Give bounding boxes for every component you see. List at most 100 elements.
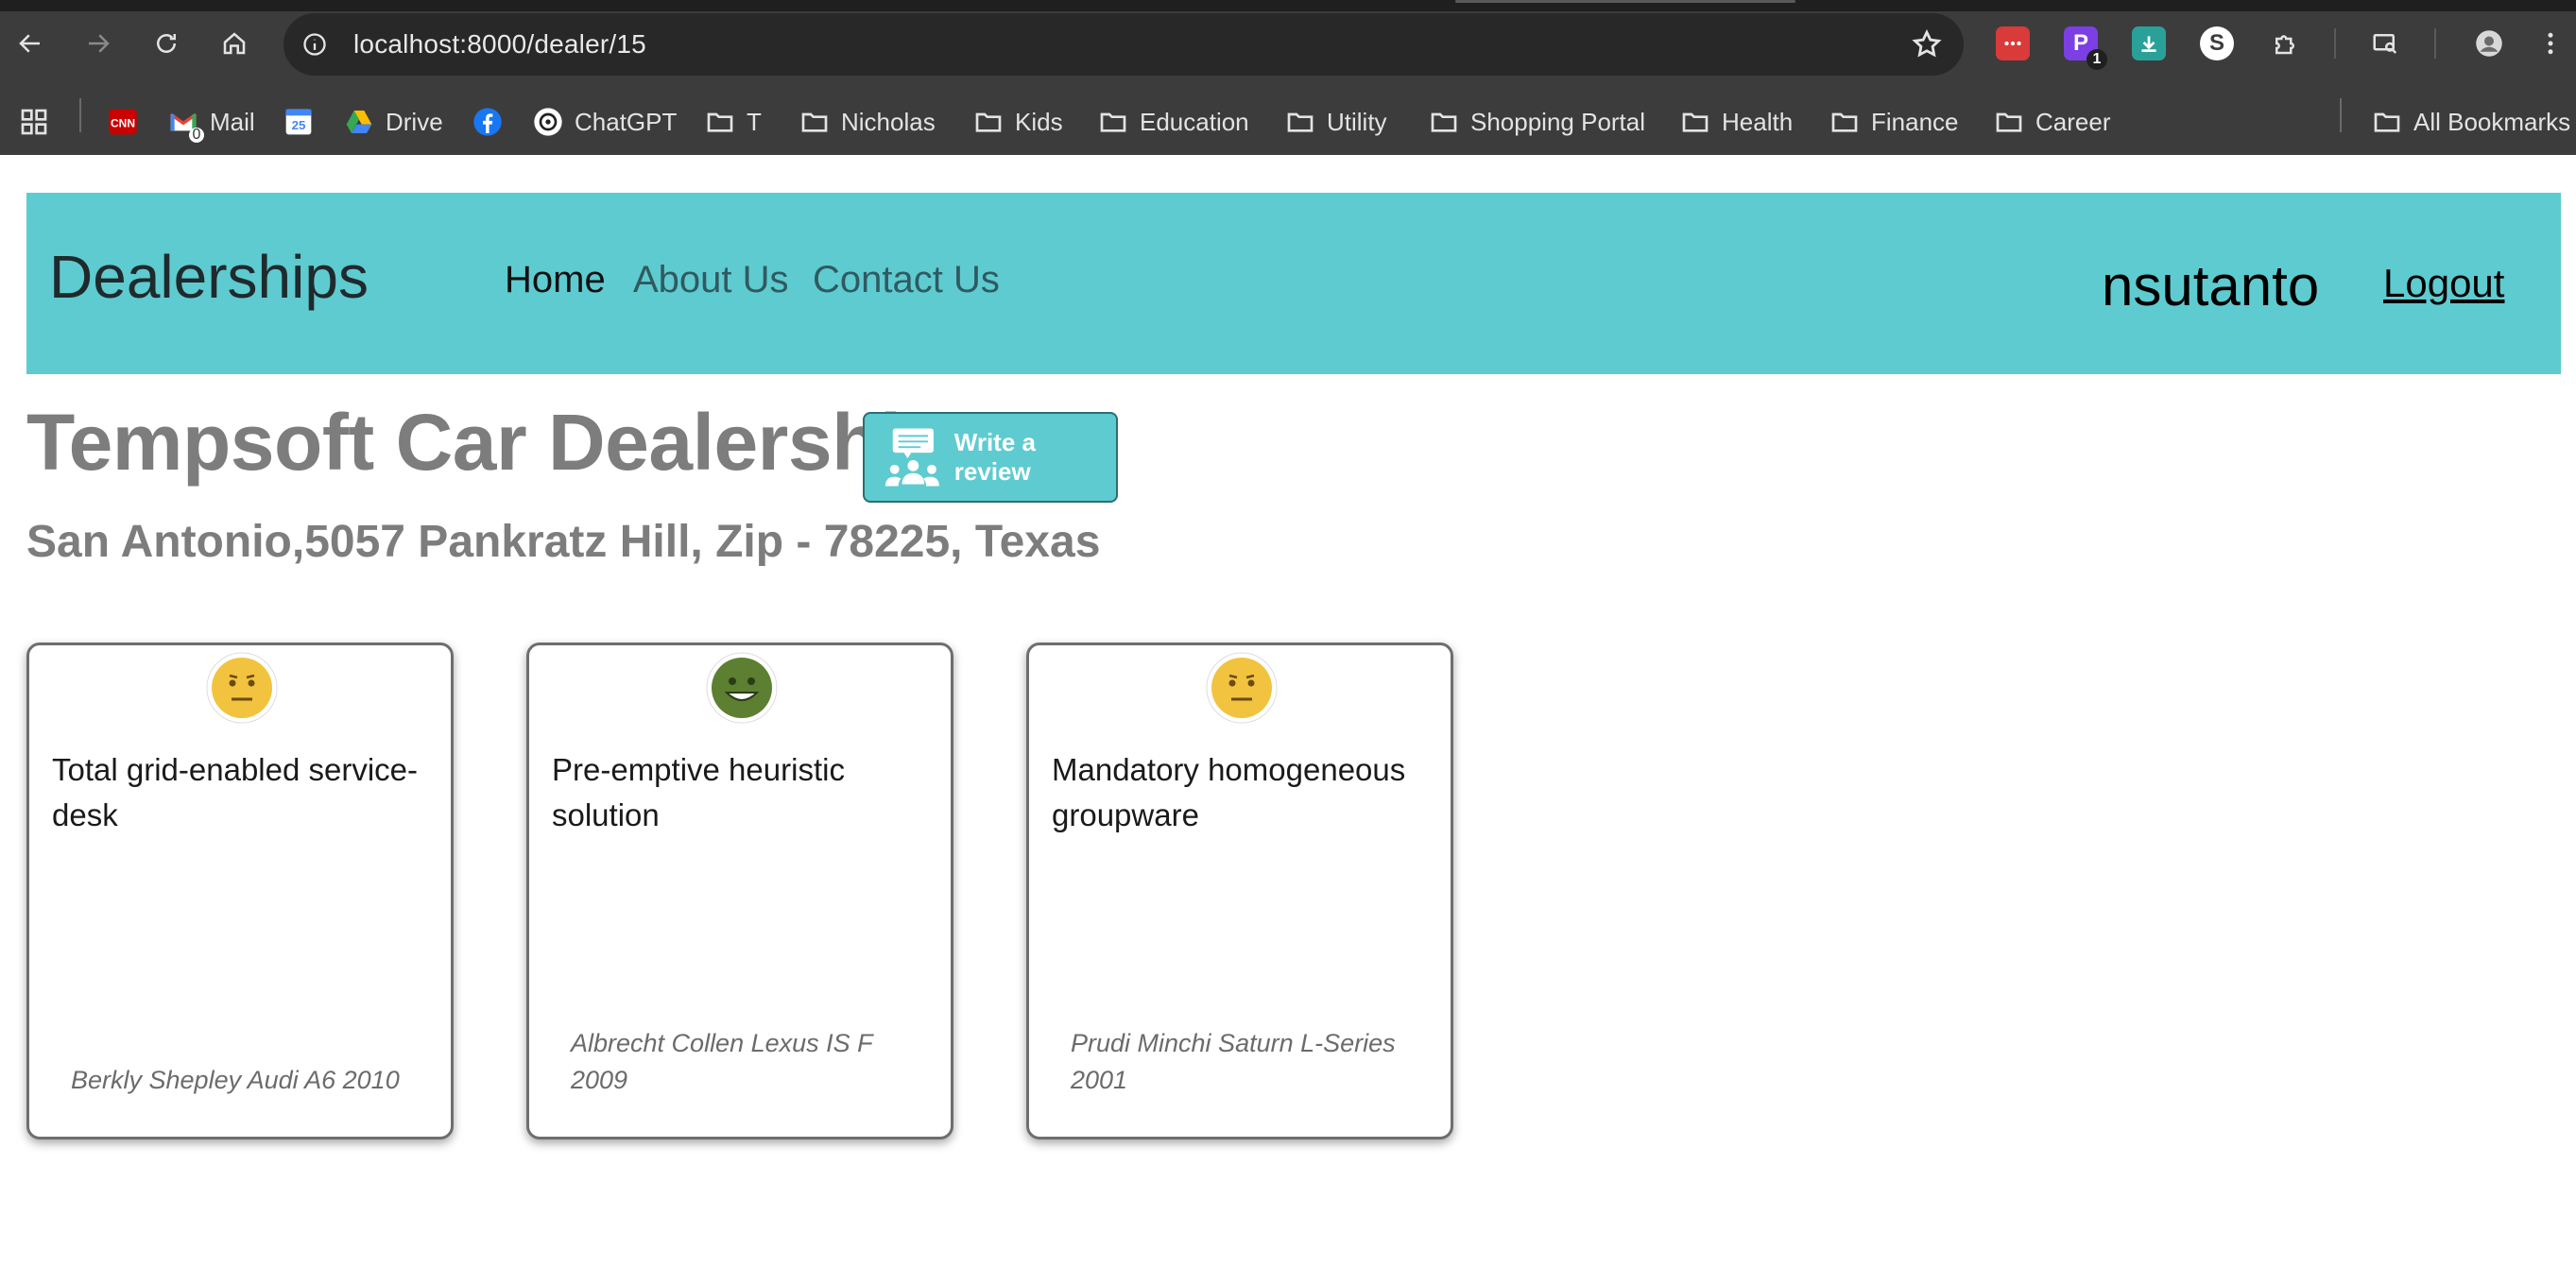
toolbar-separator bbox=[2434, 28, 2436, 59]
reload-icon[interactable] bbox=[146, 23, 187, 64]
forward-icon[interactable] bbox=[77, 23, 119, 64]
s-extension-label: S bbox=[2208, 30, 2224, 56]
bookmark-drive[interactable]: Drive bbox=[344, 102, 443, 142]
neutral-face-icon bbox=[1206, 652, 1278, 724]
bookmark-calendar[interactable]: 25 bbox=[283, 102, 325, 142]
active-tab-indicator bbox=[1455, 0, 1795, 3]
url-text[interactable]: localhost:8000/dealer/15 bbox=[353, 29, 646, 60]
bookmark-facebook[interactable] bbox=[472, 102, 514, 142]
reviewer-car: Prudi Minchi Saturn L-Series 2001 bbox=[1071, 1029, 1396, 1094]
bookmark-label: Finance bbox=[1871, 107, 1959, 136]
review-card: Mandatory homogeneous groupware Prudi Mi… bbox=[1026, 642, 1453, 1139]
svg-text:CNN: CNN bbox=[111, 116, 135, 129]
folder-icon bbox=[799, 107, 830, 137]
logout-link[interactable]: Logout bbox=[2383, 261, 2504, 306]
apps-grid-icon[interactable] bbox=[19, 102, 49, 142]
facebook-icon bbox=[472, 107, 503, 137]
calendar-day: 25 bbox=[292, 118, 306, 132]
cnn-icon: CNN bbox=[108, 107, 138, 137]
nav-home-link[interactable]: Home bbox=[505, 259, 606, 301]
address-bar[interactable]: localhost:8000/dealer/15 bbox=[283, 13, 1964, 76]
bookmark-label: Education bbox=[1140, 107, 1249, 136]
purple-extension-label: P bbox=[2072, 30, 2088, 56]
reviewer-car: Berkly Shepley Audi A6 2010 bbox=[71, 1066, 400, 1094]
folder-icon bbox=[1994, 107, 2024, 137]
folder-icon bbox=[973, 107, 1004, 137]
mail-unread-badge: 0 bbox=[189, 127, 204, 143]
extension-badge: 1 bbox=[2087, 49, 2107, 70]
bookmark-folder-finance[interactable]: Finance bbox=[1829, 102, 1959, 142]
bookmark-label: Mail bbox=[210, 107, 255, 136]
folder-icon bbox=[1098, 107, 1128, 137]
bookmark-folder-career[interactable]: Career bbox=[1994, 102, 2110, 142]
profile-avatar-icon[interactable] bbox=[2468, 23, 2510, 64]
back-icon[interactable] bbox=[9, 23, 51, 64]
tab-strip bbox=[0, 0, 2576, 11]
bookmarks-bar: CNN 0 Mail 25 Drive ChatGPT T Nicholas K… bbox=[0, 89, 2576, 155]
brand-title[interactable]: Dealerships bbox=[49, 242, 369, 312]
bookmark-folder-utility[interactable]: Utility bbox=[1285, 102, 1387, 142]
bookmark-folder-nicholas[interactable]: Nicholas bbox=[799, 102, 936, 142]
purple-extension-icon[interactable]: P 1 bbox=[2064, 26, 2107, 70]
review-people-icon bbox=[884, 428, 939, 487]
folder-icon bbox=[705, 107, 735, 137]
bookmark-folder-t[interactable]: T bbox=[705, 102, 762, 142]
bookmark-label: All Bookmarks bbox=[2413, 107, 2571, 136]
folder-icon bbox=[1680, 107, 1710, 137]
bookmark-chatgpt[interactable]: ChatGPT bbox=[533, 102, 677, 142]
gmail-icon: 0 bbox=[168, 107, 204, 143]
folder-icon bbox=[2372, 107, 2402, 137]
bookmark-folder-shopping-portal[interactable]: Shopping Portal bbox=[1429, 102, 1645, 142]
bookmark-mail[interactable]: 0 Mail bbox=[168, 102, 255, 143]
bookmark-separator bbox=[79, 98, 81, 132]
bookmark-label: Shopping Portal bbox=[1470, 107, 1646, 136]
write-review-button[interactable]: Write a review bbox=[863, 412, 1118, 503]
bookmark-label: Nicholas bbox=[841, 107, 936, 136]
review-text: Total grid-enabled service-desk bbox=[52, 752, 419, 832]
dealer-address: San Antonio,5057 Pankratz Hill, Zip - 78… bbox=[26, 517, 1101, 567]
write-review-label: Write a review bbox=[953, 428, 1036, 486]
bookmark-label: T bbox=[747, 107, 762, 136]
bookmark-label: Utility bbox=[1327, 107, 1387, 136]
calendar-icon: 25 bbox=[283, 107, 314, 137]
red-extension-icon[interactable] bbox=[1996, 26, 2030, 60]
page-content: Dealerships Home About Us Contact Us nsu… bbox=[0, 155, 2576, 1285]
bookmark-star-icon[interactable] bbox=[1911, 28, 1943, 60]
home-icon[interactable] bbox=[214, 23, 255, 64]
positive-face-icon bbox=[706, 652, 778, 724]
chatgpt-icon bbox=[533, 107, 563, 137]
bookmark-cnn[interactable]: CNN bbox=[108, 102, 149, 142]
nav-contact-link[interactable]: Contact Us bbox=[813, 259, 1000, 301]
nav-about-link[interactable]: About Us bbox=[633, 259, 789, 301]
dealer-name-heading: Tempsoft Car Dealership bbox=[26, 398, 950, 487]
bookmark-label: Health bbox=[1722, 107, 1794, 136]
bookmark-folder-education[interactable]: Education bbox=[1098, 102, 1249, 142]
bookmark-folder-health[interactable]: Health bbox=[1680, 102, 1793, 142]
google-drive-icon bbox=[344, 107, 374, 137]
bookmark-folder-all[interactable]: All Bookmarks bbox=[2372, 102, 2570, 142]
download-extension-icon[interactable] bbox=[2132, 26, 2166, 60]
extensions-puzzle-icon[interactable] bbox=[2264, 23, 2306, 64]
username-label: nsutanto bbox=[2102, 254, 2320, 317]
bookmark-label: Kids bbox=[1015, 107, 1063, 136]
tab-search-icon[interactable] bbox=[2364, 23, 2406, 64]
site-navbar: Dealerships Home About Us Contact Us nsu… bbox=[26, 193, 2561, 374]
folder-icon bbox=[1285, 107, 1315, 137]
bookmark-separator bbox=[2340, 98, 2342, 132]
toolbar-separator bbox=[2334, 28, 2336, 59]
menu-kebab-icon[interactable] bbox=[2536, 23, 2565, 64]
site-info-icon[interactable] bbox=[297, 26, 333, 62]
browser-toolbar: localhost:8000/dealer/15 P 1 S bbox=[0, 0, 2576, 89]
bookmark-folder-kids[interactable]: Kids bbox=[973, 102, 1063, 142]
review-text: Pre-emptive heuristic solution bbox=[552, 752, 845, 832]
s-extension-icon[interactable]: S bbox=[2200, 26, 2234, 60]
bookmark-label: Drive bbox=[386, 107, 443, 136]
reviewer-car: Albrecht Collen Lexus IS F 2009 bbox=[571, 1029, 873, 1094]
folder-icon bbox=[1829, 107, 1860, 137]
review-card: Pre-emptive heuristic solution Albrecht … bbox=[526, 642, 953, 1139]
review-text: Mandatory homogeneous groupware bbox=[1052, 752, 1406, 832]
folder-icon bbox=[1429, 107, 1459, 137]
bookmark-label: Career bbox=[2035, 107, 2111, 136]
bookmark-label: ChatGPT bbox=[575, 107, 678, 136]
review-card: Total grid-enabled service-desk Berkly S… bbox=[26, 642, 454, 1139]
